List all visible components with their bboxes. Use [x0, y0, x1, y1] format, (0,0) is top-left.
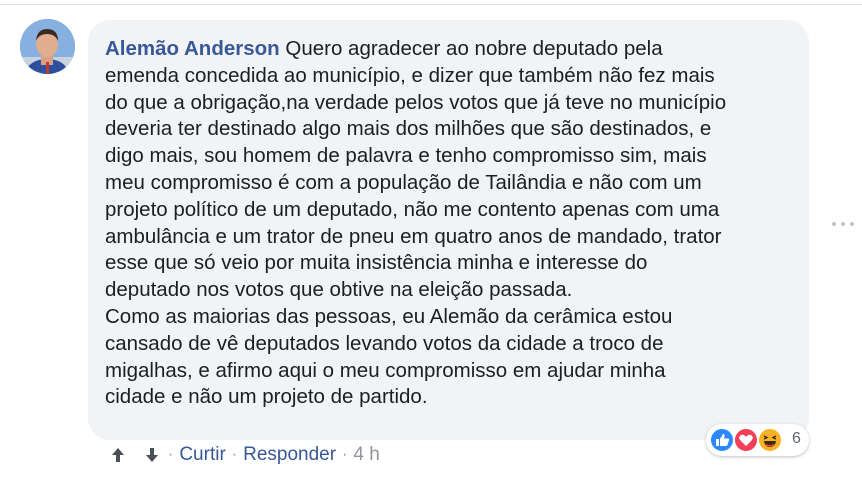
reaction-count: 6 — [792, 430, 801, 447]
timestamp-link[interactable]: 4 h — [353, 444, 379, 466]
more-options-icon[interactable] — [832, 219, 854, 229]
comment-actions: · Curtir · Responder · 4 h — [108, 443, 380, 467]
reply-link[interactable]: Responder — [243, 444, 336, 466]
love-icon — [733, 427, 759, 453]
haha-icon — [757, 427, 783, 453]
comment-text: Quero agradecer ao nobre deputado pela e… — [105, 37, 727, 409]
comment-author-link[interactable]: Alemão Anderson — [105, 37, 280, 60]
avatar[interactable] — [20, 19, 75, 74]
separator: · — [231, 446, 238, 463]
downvote-arrow-icon[interactable] — [142, 445, 162, 465]
comment-body: Alemão Anderson Quero agradecer ao nobre… — [105, 36, 805, 411]
reactions-summary[interactable]: 6 — [706, 424, 809, 456]
separator: · — [168, 446, 174, 463]
like-icon — [709, 427, 735, 453]
top-divider — [0, 4, 862, 5]
upvote-arrow-icon[interactable] — [108, 445, 128, 465]
like-link[interactable]: Curtir — [179, 444, 225, 466]
separator: · — [342, 446, 348, 463]
avatar-photo — [20, 19, 75, 74]
